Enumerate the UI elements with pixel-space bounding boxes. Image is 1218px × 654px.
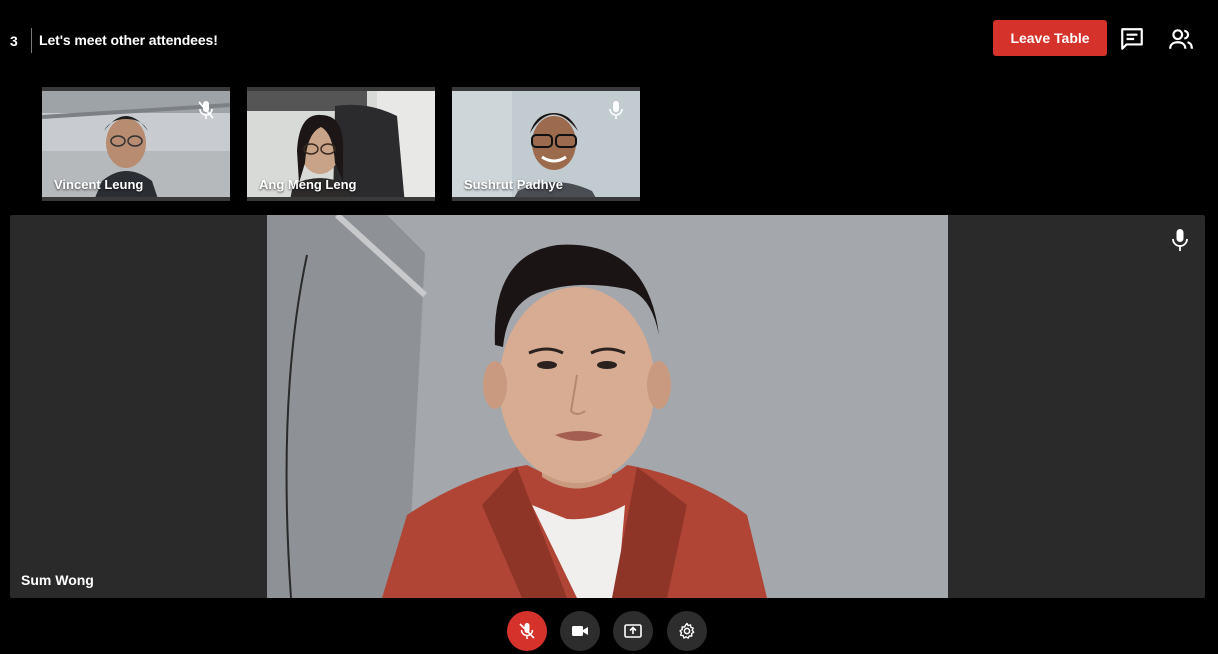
header-divider	[31, 28, 32, 53]
table-number: 3	[10, 33, 18, 49]
table-header: 3 Let's meet other attendees! Leave Tabl…	[0, 0, 1218, 80]
share-screen-button[interactable]	[613, 611, 653, 651]
camera-toggle-button[interactable]	[560, 611, 600, 651]
participant-tile[interactable]: Vincent Leung	[42, 87, 230, 201]
people-icon[interactable]	[1168, 26, 1194, 52]
mic-icon	[606, 99, 626, 121]
video-camera-icon	[572, 626, 588, 636]
chat-icon[interactable]	[1119, 26, 1145, 52]
screen-share-icon	[624, 624, 642, 638]
participant-name: Vincent Leung	[54, 177, 144, 192]
mic-off-icon	[519, 623, 535, 639]
main-speaker-video	[267, 215, 948, 598]
participant-name: Ang Meng Leng	[259, 177, 357, 192]
table-title: Let's meet other attendees!	[39, 32, 218, 48]
main-speaker-stage: Sum Wong	[10, 215, 1205, 598]
gear-icon	[679, 622, 695, 639]
leave-table-button[interactable]: Leave Table	[993, 20, 1107, 56]
main-speaker-name: Sum Wong	[21, 572, 94, 588]
participant-tile[interactable]: Sushrut Padhye	[452, 87, 640, 201]
mute-mic-button[interactable]	[507, 611, 547, 651]
participant-tile[interactable]: Ang Meng Leng	[247, 87, 435, 201]
settings-button[interactable]	[667, 611, 707, 651]
mic-off-icon	[196, 99, 216, 121]
mic-icon	[1169, 227, 1191, 253]
video-call-table: 3 Let's meet other attendees! Leave Tabl…	[0, 0, 1218, 654]
participant-name: Sushrut Padhye	[464, 177, 563, 192]
